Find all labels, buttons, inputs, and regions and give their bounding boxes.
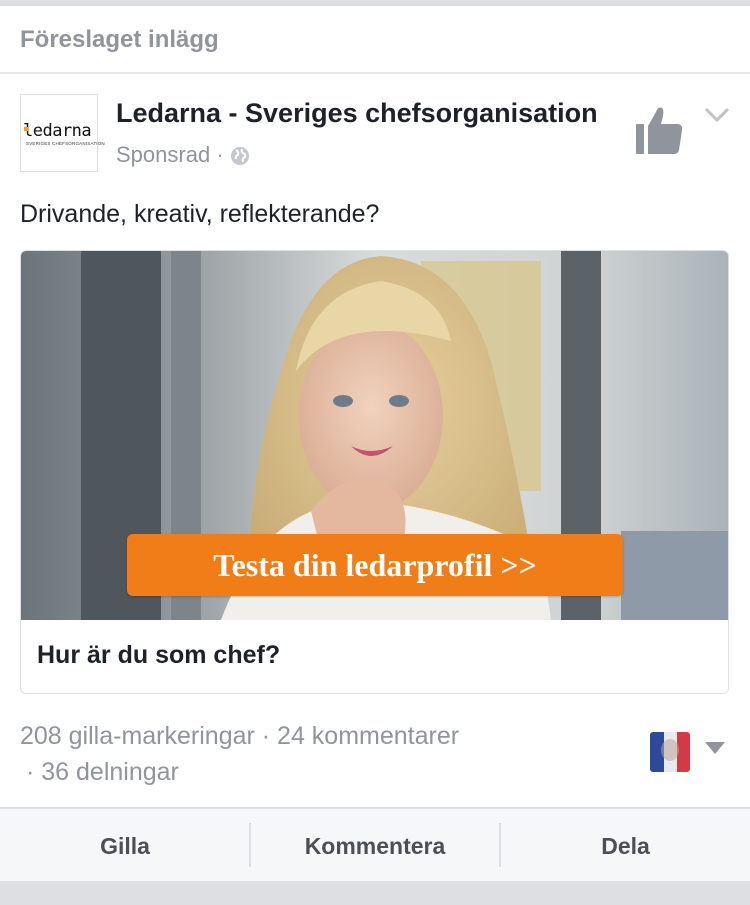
meta-separator: · [216,142,224,167]
page-avatar[interactable]: ledarna SVERIGES CHEFSORGANISATION [20,94,105,172]
suggested-post-header: Föreslaget inlägg [0,6,750,74]
suggested-post-label: Föreslaget inlägg [20,26,219,53]
post-text: Drivande, kreativ, reflekterande? [20,200,380,228]
like-button[interactable]: Gilla [0,809,250,883]
stats-line-2[interactable]: · 36 delningar [20,754,620,790]
avatar-logo-text: ledarna [23,121,92,141]
stats-line-1[interactable]: 208 gilla-markeringar · 24 kommentarer [20,722,459,750]
comment-button[interactable]: Kommentera [251,809,499,883]
action-bar: Gilla Kommentera Dela [0,807,750,883]
engagement-stats[interactable]: 208 gilla-markeringar · 24 kommentarer ·… [20,718,620,790]
profile-flag-avatar[interactable] [650,732,690,772]
page-name-link[interactable]: Ledarna - Sveriges chefsorganisation [116,98,598,129]
sponsored-label[interactable]: Sponsrad [116,142,210,167]
avatar-logo-subtext: SVERIGES CHEFSORGANISATION [26,141,105,146]
card-title[interactable]: Hur är du som chef? [37,641,280,670]
cta-button[interactable]: Testa din ledarprofil >> [127,534,623,596]
logo-dot [24,127,28,131]
caret-down-icon[interactable] [703,740,727,756]
bottom-divider [0,881,750,905]
like-page-icon[interactable] [634,104,684,156]
share-button[interactable]: Dela [501,809,750,883]
ad-photo: Testa din ledarprofil >> [21,251,728,620]
chevron-down-icon[interactable] [704,106,730,124]
link-card[interactable]: Testa din ledarprofil >> Hur är du som c… [20,250,729,694]
post-meta: Sponsrad · [116,142,250,168]
globe-icon [230,147,249,165]
